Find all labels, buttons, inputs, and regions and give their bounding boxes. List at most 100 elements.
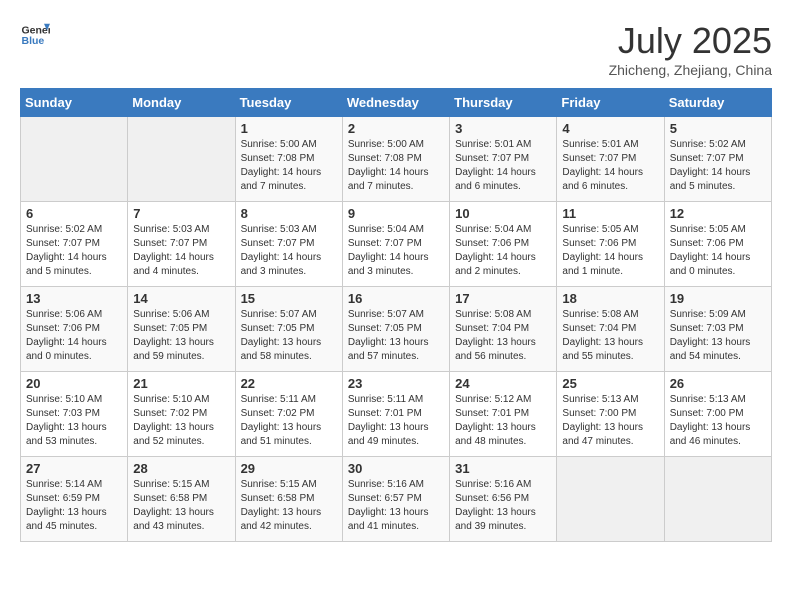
weekday-header: Tuesday xyxy=(235,89,342,117)
day-detail: Sunrise: 5:07 AM Sunset: 7:05 PM Dayligh… xyxy=(348,308,444,364)
day-detail: Sunrise: 5:05 AM Sunset: 7:06 PM Dayligh… xyxy=(562,223,658,279)
calendar-cell: 14 Sunrise: 5:06 AM Sunset: 7:05 PM Dayli… xyxy=(128,287,235,372)
calendar-cell: 20 Sunrise: 5:10 AM Sunset: 7:03 PM Dayli… xyxy=(21,372,128,457)
day-detail: Sunrise: 5:01 AM Sunset: 7:07 PM Dayligh… xyxy=(455,138,551,194)
day-number: 1 xyxy=(241,121,337,136)
day-number: 4 xyxy=(562,121,658,136)
day-detail: Sunrise: 5:02 AM Sunset: 7:07 PM Dayligh… xyxy=(26,223,122,279)
day-number: 30 xyxy=(348,461,444,476)
day-detail: Sunrise: 5:02 AM Sunset: 7:07 PM Dayligh… xyxy=(670,138,766,194)
day-detail: Sunrise: 5:15 AM Sunset: 6:58 PM Dayligh… xyxy=(133,478,229,534)
calendar-cell xyxy=(128,117,235,202)
page-header: General Blue July 2025 Zhicheng, Zhejian… xyxy=(20,20,772,78)
day-number: 24 xyxy=(455,376,551,391)
day-number: 28 xyxy=(133,461,229,476)
calendar-cell xyxy=(557,457,664,542)
calendar-cell: 5 Sunrise: 5:02 AM Sunset: 7:07 PM Daylig… xyxy=(664,117,771,202)
day-detail: Sunrise: 5:11 AM Sunset: 7:02 PM Dayligh… xyxy=(241,393,337,449)
calendar-cell: 29 Sunrise: 5:15 AM Sunset: 6:58 PM Dayli… xyxy=(235,457,342,542)
day-detail: Sunrise: 5:08 AM Sunset: 7:04 PM Dayligh… xyxy=(455,308,551,364)
calendar-cell: 28 Sunrise: 5:15 AM Sunset: 6:58 PM Dayli… xyxy=(128,457,235,542)
day-detail: Sunrise: 5:10 AM Sunset: 7:02 PM Dayligh… xyxy=(133,393,229,449)
day-detail: Sunrise: 5:09 AM Sunset: 7:03 PM Dayligh… xyxy=(670,308,766,364)
day-number: 20 xyxy=(26,376,122,391)
day-detail: Sunrise: 5:00 AM Sunset: 7:08 PM Dayligh… xyxy=(348,138,444,194)
day-detail: Sunrise: 5:03 AM Sunset: 7:07 PM Dayligh… xyxy=(241,223,337,279)
calendar-cell: 31Sunrise: 5:16 AM Sunset: 6:56 PM Dayli… xyxy=(450,457,557,542)
day-detail: Sunrise: 5:13 AM Sunset: 7:00 PM Dayligh… xyxy=(562,393,658,449)
day-detail: Sunrise: 5:08 AM Sunset: 7:04 PM Dayligh… xyxy=(562,308,658,364)
day-number: 17 xyxy=(455,291,551,306)
day-number: 27 xyxy=(26,461,122,476)
day-detail: Sunrise: 5:16 AM Sunset: 6:56 PM Dayligh… xyxy=(455,478,551,534)
calendar-cell: 16 Sunrise: 5:07 AM Sunset: 7:05 PM Dayli… xyxy=(342,287,449,372)
calendar-cell: 1 Sunrise: 5:00 AM Sunset: 7:08 PM Daylig… xyxy=(235,117,342,202)
weekday-header: Thursday xyxy=(450,89,557,117)
calendar-cell: 10Sunrise: 5:04 AM Sunset: 7:06 PM Dayli… xyxy=(450,202,557,287)
svg-text:Blue: Blue xyxy=(22,35,45,47)
day-detail: Sunrise: 5:16 AM Sunset: 6:57 PM Dayligh… xyxy=(348,478,444,534)
day-number: 3 xyxy=(455,121,551,136)
day-number: 22 xyxy=(241,376,337,391)
day-number: 26 xyxy=(670,376,766,391)
weekday-header-row: SundayMondayTuesdayWednesdayThursdayFrid… xyxy=(21,89,772,117)
calendar-cell: 15Sunrise: 5:07 AM Sunset: 7:05 PM Dayli… xyxy=(235,287,342,372)
day-number: 7 xyxy=(133,206,229,221)
day-number: 19 xyxy=(670,291,766,306)
calendar-cell: 26 Sunrise: 5:13 AM Sunset: 7:00 PM Dayli… xyxy=(664,372,771,457)
day-detail: Sunrise: 5:11 AM Sunset: 7:01 PM Dayligh… xyxy=(348,393,444,449)
day-detail: Sunrise: 5:10 AM Sunset: 7:03 PM Dayligh… xyxy=(26,393,122,449)
day-detail: Sunrise: 5:13 AM Sunset: 7:00 PM Dayligh… xyxy=(670,393,766,449)
calendar-week-row: 6 Sunrise: 5:02 AM Sunset: 7:07 PM Daylig… xyxy=(21,202,772,287)
calendar-cell: 9Sunrise: 5:04 AM Sunset: 7:07 PM Daylig… xyxy=(342,202,449,287)
weekday-header: Friday xyxy=(557,89,664,117)
day-detail: Sunrise: 5:01 AM Sunset: 7:07 PM Dayligh… xyxy=(562,138,658,194)
calendar-cell: 30 Sunrise: 5:16 AM Sunset: 6:57 PM Dayli… xyxy=(342,457,449,542)
title-block: July 2025 Zhicheng, Zhejiang, China xyxy=(609,20,772,78)
calendar-week-row: 20 Sunrise: 5:10 AM Sunset: 7:03 PM Dayli… xyxy=(21,372,772,457)
calendar-cell: 23 Sunrise: 5:11 AM Sunset: 7:01 PM Dayli… xyxy=(342,372,449,457)
day-number: 21 xyxy=(133,376,229,391)
day-number: 18 xyxy=(562,291,658,306)
logo-icon: General Blue xyxy=(20,20,50,50)
calendar-cell: 6 Sunrise: 5:02 AM Sunset: 7:07 PM Daylig… xyxy=(21,202,128,287)
calendar-cell: 19 Sunrise: 5:09 AM Sunset: 7:03 PM Dayli… xyxy=(664,287,771,372)
calendar-cell: 12Sunrise: 5:05 AM Sunset: 7:06 PM Dayli… xyxy=(664,202,771,287)
calendar-cell: 2Sunrise: 5:00 AM Sunset: 7:08 PM Daylig… xyxy=(342,117,449,202)
day-detail: Sunrise: 5:12 AM Sunset: 7:01 PM Dayligh… xyxy=(455,393,551,449)
location-subtitle: Zhicheng, Zhejiang, China xyxy=(609,62,772,78)
day-detail: Sunrise: 5:15 AM Sunset: 6:58 PM Dayligh… xyxy=(241,478,337,534)
day-detail: Sunrise: 5:07 AM Sunset: 7:05 PM Dayligh… xyxy=(241,308,337,364)
day-detail: Sunrise: 5:00 AM Sunset: 7:08 PM Dayligh… xyxy=(241,138,337,194)
day-number: 6 xyxy=(26,206,122,221)
weekday-header: Sunday xyxy=(21,89,128,117)
calendar-cell: 18 Sunrise: 5:08 AM Sunset: 7:04 PM Dayli… xyxy=(557,287,664,372)
calendar-cell: 11 Sunrise: 5:05 AM Sunset: 7:06 PM Dayli… xyxy=(557,202,664,287)
calendar-cell: 24 Sunrise: 5:12 AM Sunset: 7:01 PM Dayli… xyxy=(450,372,557,457)
day-number: 23 xyxy=(348,376,444,391)
month-title: July 2025 xyxy=(609,20,772,62)
day-number: 16 xyxy=(348,291,444,306)
calendar-cell: 22 Sunrise: 5:11 AM Sunset: 7:02 PM Dayli… xyxy=(235,372,342,457)
day-detail: Sunrise: 5:06 AM Sunset: 7:05 PM Dayligh… xyxy=(133,308,229,364)
day-number: 29 xyxy=(241,461,337,476)
calendar-cell: 25Sunrise: 5:13 AM Sunset: 7:00 PM Dayli… xyxy=(557,372,664,457)
day-detail: Sunrise: 5:03 AM Sunset: 7:07 PM Dayligh… xyxy=(133,223,229,279)
calendar-week-row: 27Sunrise: 5:14 AM Sunset: 6:59 PM Dayli… xyxy=(21,457,772,542)
logo: General Blue xyxy=(20,20,50,50)
day-number: 5 xyxy=(670,121,766,136)
day-number: 12 xyxy=(670,206,766,221)
day-number: 9 xyxy=(348,206,444,221)
calendar-cell: 8Sunrise: 5:03 AM Sunset: 7:07 PM Daylig… xyxy=(235,202,342,287)
calendar-cell: 4 Sunrise: 5:01 AM Sunset: 7:07 PM Daylig… xyxy=(557,117,664,202)
day-number: 13 xyxy=(26,291,122,306)
calendar-cell: 27Sunrise: 5:14 AM Sunset: 6:59 PM Dayli… xyxy=(21,457,128,542)
calendar-cell: 7 Sunrise: 5:03 AM Sunset: 7:07 PM Daylig… xyxy=(128,202,235,287)
weekday-header: Saturday xyxy=(664,89,771,117)
day-number: 11 xyxy=(562,206,658,221)
calendar-cell: 3 Sunrise: 5:01 AM Sunset: 7:07 PM Daylig… xyxy=(450,117,557,202)
calendar-week-row: 13Sunrise: 5:06 AM Sunset: 7:06 PM Dayli… xyxy=(21,287,772,372)
day-number: 14 xyxy=(133,291,229,306)
calendar-cell xyxy=(21,117,128,202)
calendar-cell: 21 Sunrise: 5:10 AM Sunset: 7:02 PM Dayli… xyxy=(128,372,235,457)
